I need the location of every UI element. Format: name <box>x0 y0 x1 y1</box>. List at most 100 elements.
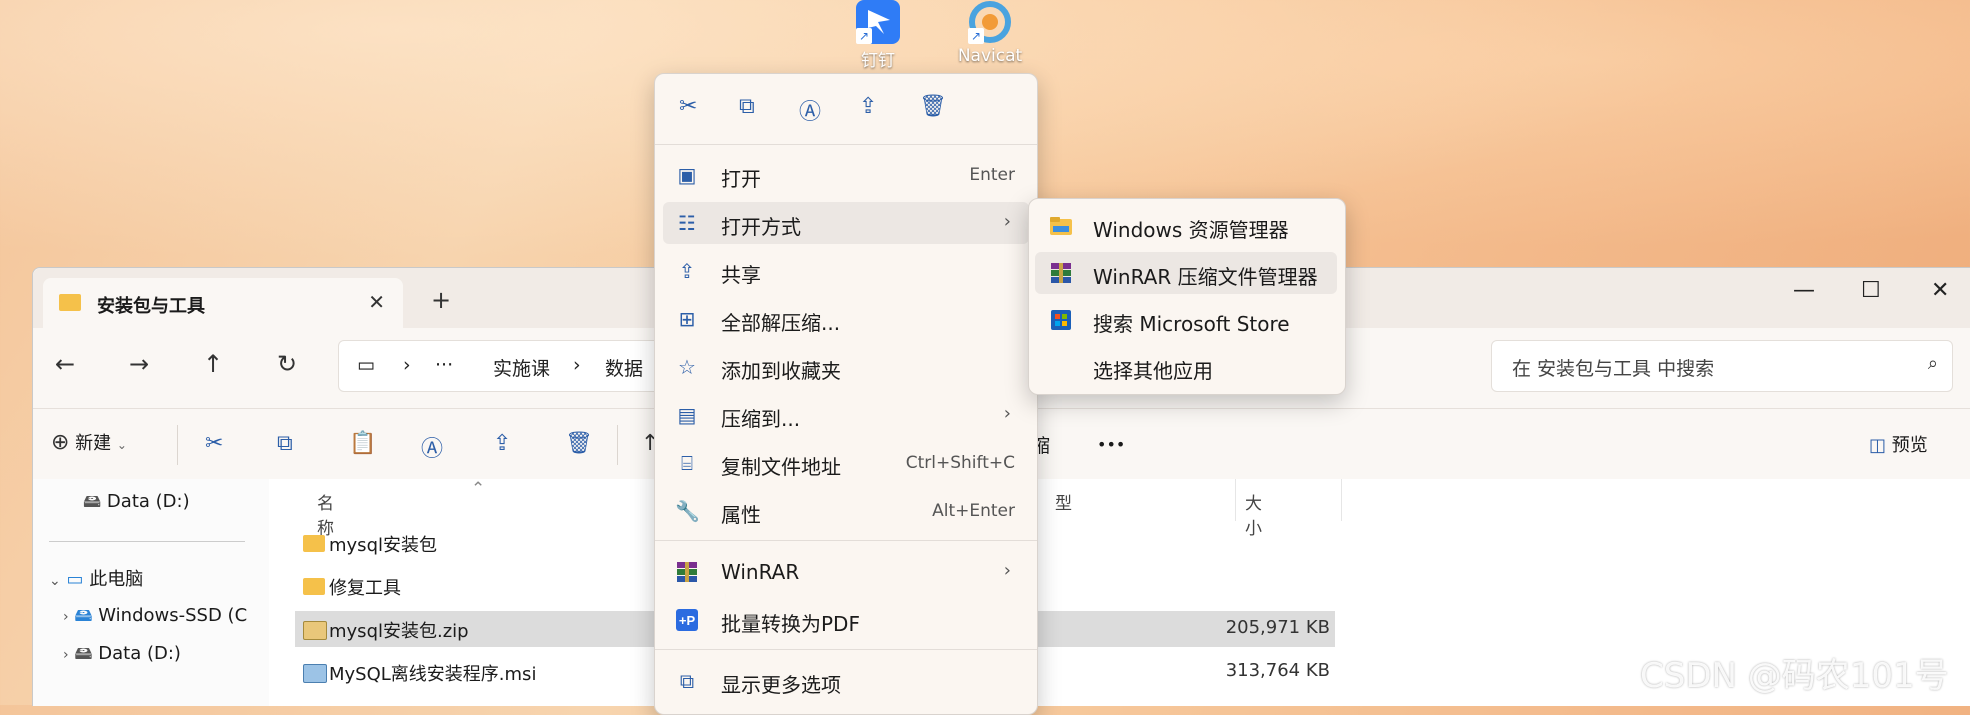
menu-item-open-with[interactable]: ☷ 打开方式 › <box>663 202 1029 244</box>
submenu-item-label: Windows 资源管理器 <box>1093 218 1289 242</box>
chevron-right-icon: › <box>1003 560 1011 581</box>
cut-icon[interactable]: ✂ <box>679 94 697 119</box>
nav-item-data-d[interactable]: › 🖴 Data (D:) <box>63 641 181 671</box>
menu-item-batch-pdf[interactable]: +P 批量转换为PDF <box>663 599 1029 641</box>
search-box[interactable]: 在 安装包与工具 中搜索 ⌕ <box>1491 340 1953 392</box>
new-button[interactable]: ⊕ 新建 ⌄ <box>51 429 127 455</box>
menu-item-add-to-favorites[interactable]: ☆ 添加到收藏夹 <box>663 346 1029 388</box>
menu-item-label: 打开方式 <box>721 215 801 239</box>
nav-item-this-pc[interactable]: ⌄ ▭ 此电脑 <box>49 565 143 591</box>
column-divider <box>1341 479 1342 521</box>
explorer-icon <box>1049 214 1073 238</box>
submenu-item-label: 搜索 Microsoft Store <box>1093 312 1290 336</box>
desktop-icon-dingtalk[interactable]: ↗ 钉钉 <box>838 0 918 71</box>
nav-item-data-d[interactable]: 🖴 Data (D:) <box>83 489 190 519</box>
share-icon[interactable]: ⇪ <box>493 431 511 456</box>
menu-item-winrar[interactable]: WinRAR › <box>663 551 1029 593</box>
close-window-button[interactable]: ✕ <box>1931 278 1949 303</box>
store-icon <box>1049 308 1073 332</box>
navicat-icon: ↗ <box>968 0 1012 44</box>
up-button[interactable]: ↑ <box>203 350 223 378</box>
copy-icon[interactable]: ⧉ <box>739 94 755 119</box>
shortcut-arrow-icon: ↗ <box>856 28 872 44</box>
menu-item-label: WinRAR <box>721 560 800 584</box>
menu-item-label: 批量转换为PDF <box>721 612 860 636</box>
delete-icon[interactable]: 🗑 <box>919 94 947 119</box>
menu-divider <box>655 649 1037 650</box>
toolbar-divider <box>617 425 618 465</box>
menu-item-shortcut: Ctrl+Shift+C <box>905 453 1015 473</box>
column-header-type[interactable]: 型 <box>1055 489 1072 514</box>
menu-item-share[interactable]: ⇪ 共享 <box>663 250 1029 292</box>
menu-item-open[interactable]: ▣ 打开 Enter <box>663 154 1029 196</box>
breadcrumb-separator: › <box>573 354 581 376</box>
menu-item-show-more-options[interactable]: ⧉ 显示更多选项 <box>663 660 1029 702</box>
menu-item-compress-to[interactable]: ▤ 压缩到... › <box>663 394 1029 436</box>
cut-icon[interactable]: ✂ <box>205 431 223 456</box>
file-name: mysql安装包 <box>329 535 437 556</box>
submenu-item-microsoft-store[interactable]: 搜索 Microsoft Store <box>1035 299 1337 341</box>
nav-item-windows-ssd[interactable]: › 🖴 Windows-SSD (C <box>63 603 247 633</box>
search-input[interactable]: 在 安装包与工具 中搜索 <box>1512 354 1714 381</box>
breadcrumb-more[interactable]: ··· <box>435 354 453 376</box>
menu-item-extract-all[interactable]: ⊞ 全部解压缩... <box>663 298 1029 340</box>
preview-button[interactable]: ◫ 预览 <box>1869 431 1928 457</box>
desktop-icon-label: 钉钉 <box>861 51 895 71</box>
open-with-submenu: Windows 资源管理器 WinRAR 压缩文件管理器 搜索 Microsof… <box>1028 198 1346 395</box>
chevron-right-icon: › <box>63 609 69 625</box>
breadcrumb-item[interactable]: 数据 <box>605 354 643 381</box>
drive-icon: 🖴 <box>74 605 93 626</box>
menu-item-properties[interactable]: 🔧 属性 Alt+Enter <box>663 490 1029 532</box>
submenu-item-choose-other-app[interactable]: 选择其他应用 <box>1035 346 1337 388</box>
back-button[interactable]: ← <box>55 350 75 378</box>
extract-icon: ⊞ <box>678 307 696 331</box>
delete-icon[interactable]: 🗑 <box>565 431 593 456</box>
maximize-button[interactable]: ☐ <box>1861 278 1881 303</box>
preview-label: 预览 <box>1891 435 1928 456</box>
more-options-button[interactable]: ••• <box>1097 435 1125 454</box>
refresh-button[interactable]: ↻ <box>277 350 297 378</box>
breadcrumb-item[interactable]: 实施课 <box>493 354 550 381</box>
drive-icon: 🖴 <box>83 491 102 512</box>
forward-button[interactable]: → <box>129 350 149 378</box>
submenu-item-winrar[interactable]: WinRAR 压缩文件管理器 <box>1035 252 1337 294</box>
zip-file-icon <box>303 621 327 640</box>
tab-close-icon[interactable]: ✕ <box>368 290 385 314</box>
pc-icon: ▭ <box>66 569 84 590</box>
compress-icon: ▤ <box>677 403 697 427</box>
paste-icon[interactable]: 📋 <box>349 431 376 456</box>
file-size: 205,971 KB <box>1225 617 1330 638</box>
menu-item-label: 添加到收藏夹 <box>721 359 841 383</box>
menu-divider <box>655 540 1037 541</box>
navigation-pane: 🖴 Data (D:) ⌄ ▭ 此电脑 › 🖴 Windows-SSD (C ›… <box>33 479 269 706</box>
menu-item-label: 全部解压缩... <box>721 311 841 335</box>
copy-icon[interactable]: ⧉ <box>277 431 293 456</box>
copy-path-icon: ⌸ <box>681 451 693 475</box>
folder-icon <box>303 578 325 595</box>
submenu-item-windows-explorer[interactable]: Windows 资源管理器 <box>1035 205 1337 247</box>
dingtalk-icon: ↗ <box>856 0 900 44</box>
nav-item-label: Windows-SSD (C <box>98 605 248 626</box>
more-options-icon: ⧉ <box>679 669 695 693</box>
tab-folder[interactable]: 安装包与工具 ✕ <box>43 278 403 328</box>
desktop-icon-label: Navicat <box>957 46 1023 66</box>
column-divider <box>1235 479 1236 521</box>
file-name: 修复工具 <box>329 578 401 599</box>
desktop-icon-navicat[interactable]: ↗ Navicat <box>950 0 1030 66</box>
menu-item-shortcut: Enter <box>969 165 1015 185</box>
share-icon[interactable]: ⇪ <box>859 94 877 119</box>
menu-item-label: 压缩到... <box>721 407 801 431</box>
rename-icon[interactable]: Ⓐ <box>421 431 443 463</box>
minimize-button[interactable]: — <box>1793 278 1815 303</box>
rename-icon[interactable]: Ⓐ <box>799 94 821 126</box>
new-tab-button[interactable]: + <box>431 286 451 314</box>
file-name: MySQL离线安装程序.msi <box>329 664 537 685</box>
menu-item-copy-path[interactable]: ⌸ 复制文件地址 Ctrl+Shift+C <box>663 442 1029 484</box>
nav-item-label: Data (D:) <box>98 643 181 664</box>
menu-item-label: 打开 <box>721 167 761 191</box>
menu-item-label: 属性 <box>721 503 761 527</box>
chevron-right-icon: › <box>1003 403 1011 424</box>
drive-icon: 🖴 <box>74 643 93 664</box>
search-icon: ⌕ <box>1927 353 1938 374</box>
nav-item-label: Data (D:) <box>106 491 190 512</box>
